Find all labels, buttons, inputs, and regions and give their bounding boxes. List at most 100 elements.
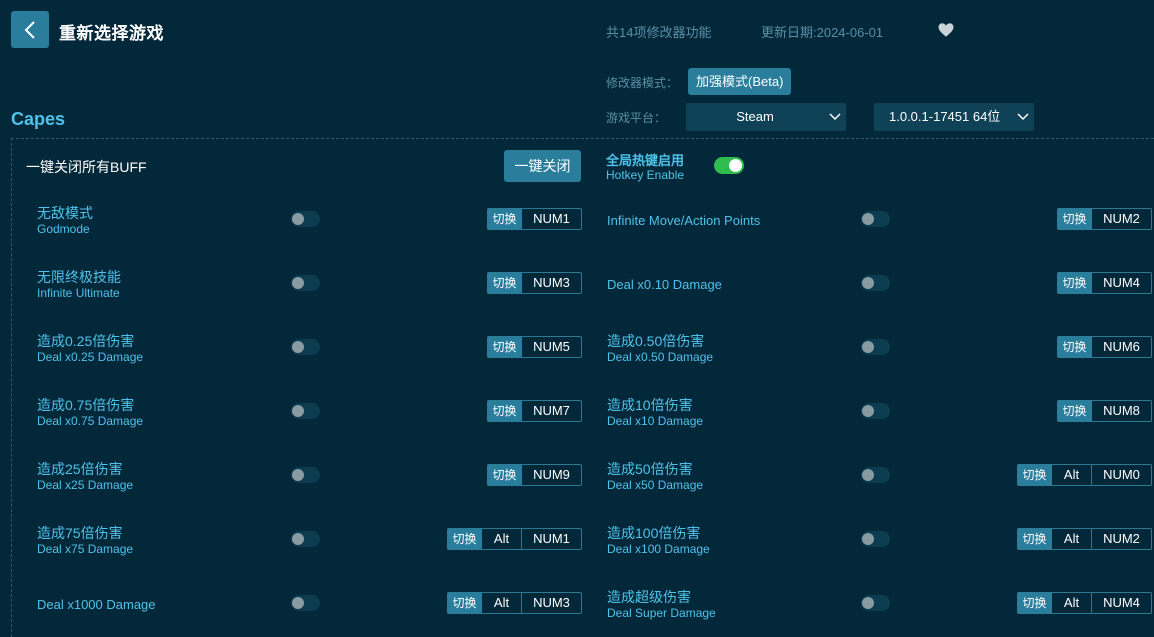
cheat-label-en: Deal x0.25 Damage xyxy=(37,350,144,364)
hotkey-switch-button[interactable]: 切换 xyxy=(1057,336,1092,358)
platform-label: 游戏平台： xyxy=(606,111,667,125)
cheat-toggle[interactable] xyxy=(291,531,320,547)
cheat-label: 造成0.25倍伤害 xyxy=(37,333,135,349)
hotkey-switch-button[interactable]: 切换 xyxy=(447,592,482,614)
cheat-label-en: Deal x1000 Damage xyxy=(37,597,156,612)
hotkey-key[interactable]: NUM2 xyxy=(1092,208,1152,230)
cheat-toggle[interactable] xyxy=(861,403,890,419)
hotkey-switch-button[interactable]: 切换 xyxy=(487,400,522,422)
hotkey-combo: 切换 NUM3 xyxy=(487,272,582,294)
hotkey-switch-button[interactable]: 切换 xyxy=(487,208,522,230)
hotkey-combo: 切换 NUM2 xyxy=(1057,208,1152,230)
hotkey-combo: 切换 Alt NUM2 xyxy=(1017,528,1152,550)
hotkey-switch-button[interactable]: 切换 xyxy=(487,272,522,294)
hotkey-switch-button[interactable]: 切换 xyxy=(1057,208,1092,230)
hotkey-key[interactable]: NUM4 xyxy=(1092,592,1152,614)
hotkey-combo: 切换 NUM7 xyxy=(487,400,582,422)
cheat-label: 造成75倍伤害 xyxy=(37,525,123,541)
hotkey-key[interactable]: NUM3 xyxy=(522,592,582,614)
platform-select[interactable]: Steam xyxy=(686,103,846,131)
cheat-toggle[interactable] xyxy=(291,467,320,483)
feature-count: 共14项修改器功能 xyxy=(606,25,712,40)
hotkey-switch-button[interactable]: 切换 xyxy=(1057,272,1092,294)
hotkey-key[interactable]: Alt xyxy=(482,528,522,550)
hotkey-switch-button[interactable]: 切换 xyxy=(1017,528,1052,550)
mode-label: 修改器模式： xyxy=(606,76,679,90)
cheat-toggle[interactable] xyxy=(291,595,320,611)
cheat-label: 无敌模式 xyxy=(37,205,93,221)
cheat-label: 造成0.50倍伤害 xyxy=(607,333,705,349)
cheat-label-en: Deal x100 Damage xyxy=(607,542,710,556)
hotkey-switch-button[interactable]: 切换 xyxy=(1017,464,1052,486)
cheat-label: 造成10倍伤害 xyxy=(607,397,693,413)
game-name: Capes xyxy=(11,109,66,129)
hotkey-key[interactable]: NUM2 xyxy=(1092,528,1152,550)
hotkey-switch-button[interactable]: 切换 xyxy=(447,528,482,550)
cheat-toggle[interactable] xyxy=(291,403,320,419)
mode-badge[interactable]: 加强模式(Beta) xyxy=(688,68,792,95)
hotkey-key[interactable]: NUM4 xyxy=(1092,272,1152,294)
cheat-label: 无限终极技能 xyxy=(37,269,121,285)
close-all-buff-label: 一键关闭所有BUFF xyxy=(26,159,147,175)
back-button[interactable] xyxy=(11,11,49,48)
cheat-label: 造成50倍伤害 xyxy=(607,461,693,477)
hotkey-key[interactable]: NUM5 xyxy=(522,336,582,358)
cheat-label-en: Infinite Move/Action Points xyxy=(607,213,761,228)
hotkey-enable-label: 全局热键启用 xyxy=(606,153,685,168)
cheat-label-en: Infinite Ultimate xyxy=(37,286,120,300)
cheat-toggle[interactable] xyxy=(861,595,890,611)
cheat-toggle[interactable] xyxy=(861,467,890,483)
cheat-label-en: Deal x75 Damage xyxy=(37,542,134,556)
hotkey-key[interactable]: Alt xyxy=(1052,592,1092,614)
hotkey-key[interactable]: NUM7 xyxy=(522,400,582,422)
hotkey-key[interactable]: NUM1 xyxy=(522,208,582,230)
hotkey-combo: 切换 NUM1 xyxy=(487,208,582,230)
hotkey-combo: 切换 NUM9 xyxy=(487,464,582,486)
cheat-label: 造成0.75倍伤害 xyxy=(37,397,135,413)
cheat-toggle[interactable] xyxy=(291,275,320,291)
hotkey-switch-button[interactable]: 切换 xyxy=(487,464,522,486)
hotkey-switch-button[interactable]: 切换 xyxy=(1017,592,1052,614)
hotkey-key[interactable]: Alt xyxy=(1052,464,1092,486)
hotkey-key[interactable]: NUM9 xyxy=(522,464,582,486)
cheat-label-en: Godmode xyxy=(37,222,90,236)
hotkey-key[interactable]: Alt xyxy=(1052,528,1092,550)
chevron-down-icon xyxy=(1012,103,1034,131)
hotkey-key[interactable]: NUM0 xyxy=(1092,464,1152,486)
heart-icon[interactable] xyxy=(937,21,955,39)
cheat-toggle[interactable] xyxy=(861,211,890,227)
cheat-label-en: Deal x0.75 Damage xyxy=(37,414,144,428)
hotkey-key[interactable]: NUM6 xyxy=(1092,336,1152,358)
chevron-down-icon xyxy=(824,103,846,131)
hotkey-key[interactable]: NUM3 xyxy=(522,272,582,294)
cheat-panel xyxy=(11,138,1154,637)
cheat-label-en: Deal x10 Damage xyxy=(607,414,704,428)
hotkey-combo: 切换 Alt NUM3 xyxy=(447,592,582,614)
cheat-label: 造成超级伤害 xyxy=(607,589,691,605)
cheat-label-en: Deal x25 Damage xyxy=(37,478,134,492)
cheat-label: 造成100倍伤害 xyxy=(607,525,701,541)
version-select[interactable]: 1.0.0.1-17451 64位 xyxy=(874,103,1034,131)
cheat-toggle[interactable] xyxy=(291,211,320,227)
cheat-toggle[interactable] xyxy=(861,339,890,355)
hotkey-enable-switch[interactable] xyxy=(714,157,744,174)
hotkey-combo: 切换 NUM5 xyxy=(487,336,582,358)
hotkey-combo: 切换 Alt NUM0 xyxy=(1017,464,1152,486)
hotkey-combo: 切换 NUM4 xyxy=(1057,272,1152,294)
update-date: 更新日期:2024-06-01 xyxy=(761,25,884,40)
chevron-left-icon xyxy=(24,20,35,39)
cheat-toggle[interactable] xyxy=(861,275,890,291)
hotkey-key[interactable]: Alt xyxy=(482,592,522,614)
cheat-label-en: Deal x50 Damage xyxy=(607,478,704,492)
close-all-button[interactable]: 一键关闭 xyxy=(504,150,581,182)
hotkey-combo: 切换 NUM8 xyxy=(1057,400,1152,422)
cheat-label-en: Deal Super Damage xyxy=(607,606,716,620)
hotkey-combo: 切换 Alt NUM4 xyxy=(1017,592,1152,614)
hotkey-switch-button[interactable]: 切换 xyxy=(1057,400,1092,422)
hotkey-switch-button[interactable]: 切换 xyxy=(487,336,522,358)
cheat-toggle[interactable] xyxy=(291,339,320,355)
hotkey-key[interactable]: NUM8 xyxy=(1092,400,1152,422)
hotkey-enable-label-en: Hotkey Enable xyxy=(606,168,685,182)
cheat-toggle[interactable] xyxy=(861,531,890,547)
hotkey-key[interactable]: NUM1 xyxy=(522,528,582,550)
